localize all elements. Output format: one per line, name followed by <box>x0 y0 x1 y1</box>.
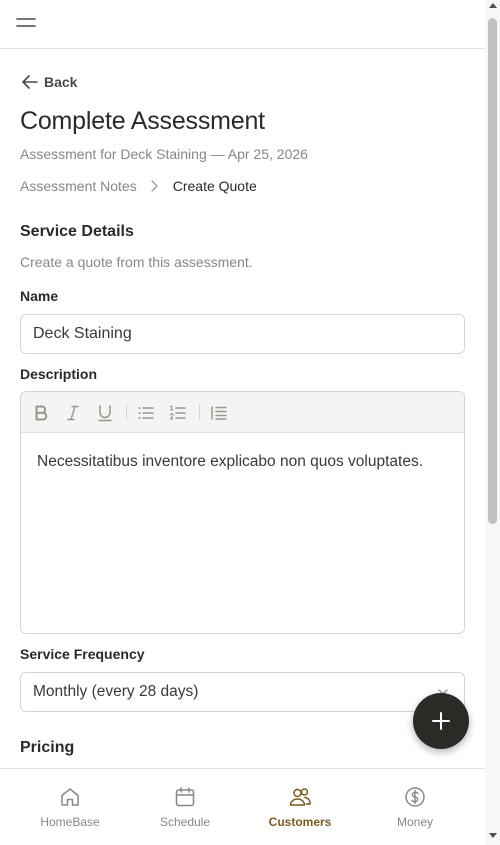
bullet-list-button[interactable] <box>135 402 157 424</box>
home-icon <box>61 788 79 806</box>
arrow-left-icon <box>22 75 38 89</box>
nav-item-schedule[interactable]: Schedule <box>135 769 235 845</box>
top-bar <box>0 0 485 49</box>
chevron-right-icon <box>151 180 158 192</box>
scroll-up-arrow[interactable] <box>489 3 497 8</box>
nav-item-customers[interactable]: Customers <box>250 769 350 845</box>
underline-icon <box>98 405 112 422</box>
breadcrumb-assessment-notes[interactable]: Assessment Notes <box>20 178 137 194</box>
service-frequency-select[interactable]: Monthly (every 28 days) <box>20 672 465 712</box>
section-description: Create a quote from this assessment. <box>20 254 253 270</box>
scroll-down-arrow[interactable] <box>489 833 497 838</box>
toolbar-divider <box>199 404 200 420</box>
service-frequency-value: Monthly (every 28 days) <box>33 683 199 700</box>
nav-label-schedule: Schedule <box>159 815 211 829</box>
numbered-list-icon <box>169 405 186 420</box>
add-fab-button[interactable] <box>413 693 469 749</box>
description-editor[interactable]: Necessitatibus inventore explicabo non q… <box>20 391 465 634</box>
numbered-list-button[interactable] <box>167 402 189 424</box>
back-link[interactable]: Back <box>20 71 77 93</box>
name-input[interactable] <box>20 314 465 354</box>
nav-item-money[interactable]: Money <box>365 769 465 845</box>
calendar-icon <box>175 787 195 807</box>
indent-button[interactable] <box>208 402 230 424</box>
nav-item-homebase[interactable]: HomeBase <box>20 769 120 845</box>
dollar-icon <box>405 787 425 807</box>
description-text: Necessitatibus inventore explicabo non q… <box>37 453 424 470</box>
hamburger-icon[interactable] <box>16 15 36 33</box>
breadcrumb-create-quote: Create Quote <box>172 178 257 194</box>
italic-icon <box>67 405 79 421</box>
bottom-nav: HomeBase Schedule Customers Money <box>0 768 485 845</box>
bullet-list-icon <box>138 407 154 419</box>
bold-button[interactable] <box>30 402 52 424</box>
page-subtitle: Assessment for Deck Staining — Apr 25, 2… <box>20 146 308 162</box>
plus-icon <box>432 712 450 730</box>
users-icon <box>289 788 311 806</box>
scrollbar-thumb[interactable] <box>488 18 497 524</box>
description-label: Description <box>20 366 98 382</box>
nav-label-homebase: HomeBase <box>40 815 100 829</box>
nav-label-money: Money <box>396 815 434 829</box>
indent-icon <box>211 406 227 420</box>
page-title: Complete Assessment <box>20 107 265 135</box>
italic-button[interactable] <box>62 402 84 424</box>
toolbar-divider <box>126 404 127 420</box>
underline-button[interactable] <box>94 402 116 424</box>
bold-icon <box>35 405 48 421</box>
nav-label-customers: Customers <box>268 815 332 829</box>
breadcrumb: Assessment Notes Create Quote <box>20 178 257 194</box>
editor-toolbar <box>21 392 464 433</box>
back-label: Back <box>44 74 78 90</box>
name-label: Name <box>20 288 59 304</box>
section-title-pricing: Pricing <box>20 739 75 756</box>
section-title-service-details: Service Details <box>20 223 134 240</box>
service-frequency-label: Service Frequency <box>20 646 145 662</box>
